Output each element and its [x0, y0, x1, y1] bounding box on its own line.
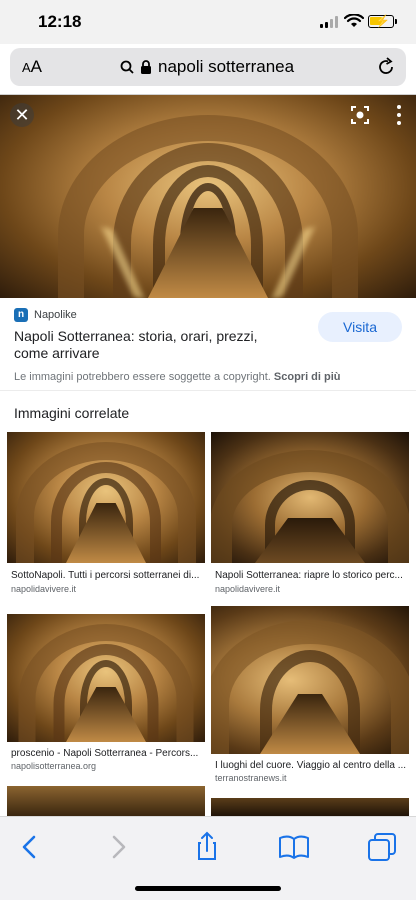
source-logo: n [14, 308, 28, 322]
related-caption: Napoli Sotterranea: riapre lo storico pe… [215, 570, 403, 581]
related-card[interactable]: SottoNapoli. Tutti i percorsi sotterrane… [7, 432, 205, 597]
reload-icon[interactable] [376, 57, 396, 77]
related-caption: proscenio - Napoli Sotterranea - Percors… [11, 748, 199, 759]
search-icon [120, 60, 134, 74]
close-button[interactable]: ✕ [10, 103, 34, 127]
tunnel-photo [0, 95, 416, 298]
source-link[interactable]: n Napolike [14, 308, 77, 322]
related-caption: I luoghi del cuore. Viaggio al centro de… [215, 760, 407, 771]
related-thumbnail [211, 432, 409, 563]
related-caption: SottoNapoli. Tutti i percorsi sotterrane… [11, 570, 200, 581]
image-info-panel: n Napolike Napoli Sotterranea: storia, o… [0, 298, 416, 390]
status-time: 12:18 [38, 12, 82, 31]
related-card[interactable]: proscenio - Napoli Sotterranea - Percors… [7, 610, 205, 780]
lock-icon [141, 60, 151, 74]
related-thumbnail [7, 432, 205, 563]
preview-image[interactable]: ✕ [0, 95, 416, 298]
back-icon[interactable] [12, 829, 48, 865]
related-thumbnail-partial[interactable] [7, 786, 205, 816]
related-domain: napolidavivere.it [215, 584, 281, 594]
address-bar[interactable]: AAAA napoli sotterranea [10, 48, 406, 86]
close-icon: ✕ [14, 105, 30, 125]
related-domain: terranostranews.it [215, 773, 287, 783]
learn-more-link[interactable]: Scopri di più [274, 371, 341, 383]
image-title[interactable]: Napoli Sotterranea: storia, orari, prezz… [14, 328, 294, 362]
source-name: Napolike [34, 309, 77, 321]
wifi-icon [344, 14, 364, 27]
related-card[interactable]: Napoli Sotterranea: riapre lo storico pe… [211, 432, 409, 597]
address-field[interactable]: napoli sotterranea [120, 57, 294, 77]
battery-icon: ⚡ [368, 14, 397, 28]
bookmarks-icon[interactable] [276, 829, 312, 865]
text-size-button[interactable]: AAAA [22, 57, 42, 77]
related-card[interactable]: I luoghi del cuore. Viaggio al centro de… [211, 606, 409, 784]
copyright-text: Le immagini potrebbero essere soggette a… [14, 371, 271, 383]
forward-icon[interactable] [100, 829, 136, 865]
related-domain: napolidavivere.it [11, 584, 77, 594]
divider [0, 390, 416, 391]
more-icon[interactable] [396, 105, 402, 125]
visit-button[interactable]: Visita [318, 312, 402, 342]
related-domain: napolisotterranea.org [11, 761, 97, 771]
status-bar: 12:18 ⚡ [0, 0, 416, 44]
copyright-notice: Le immagini potrebbero essere soggette a… [14, 371, 341, 383]
home-indicator[interactable] [135, 886, 281, 891]
signal-icon [320, 16, 338, 28]
share-icon[interactable] [189, 829, 225, 865]
related-thumbnail [211, 606, 409, 754]
address-text: napoli sotterranea [158, 57, 295, 76]
tabs-icon[interactable] [364, 829, 400, 865]
related-thumbnail-partial[interactable] [211, 798, 409, 816]
related-heading: Immagini correlate [14, 405, 130, 421]
related-thumbnail [7, 614, 205, 742]
lens-icon[interactable] [350, 105, 370, 125]
